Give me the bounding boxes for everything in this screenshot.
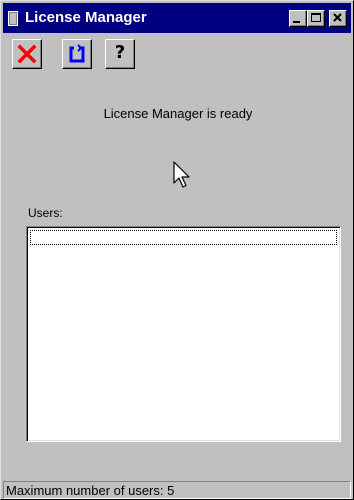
minimize-button[interactable] (289, 10, 307, 27)
close-button[interactable] (329, 10, 347, 27)
help-icon: ? (114, 42, 126, 63)
close-icon (333, 13, 342, 22)
minimize-icon (293, 21, 300, 23)
refresh-button[interactable] (62, 39, 92, 69)
focus-rectangle (30, 230, 337, 245)
status-message: License Manager is ready (103, 106, 253, 121)
status-bar: Maximum number of users: 5 (3, 481, 351, 499)
users-label: Users: (28, 206, 63, 220)
window-title: License Manager (25, 9, 147, 26)
app-icon (8, 11, 18, 26)
license-manager-window: License Manager ? License Manager is rea… (0, 0, 354, 500)
users-list[interactable] (26, 226, 341, 442)
maximize-button[interactable] (307, 10, 325, 27)
refresh-icon (69, 44, 85, 63)
help-button[interactable]: ? (105, 39, 135, 69)
title-bar[interactable]: License Manager (3, 3, 351, 33)
max-users-text: Maximum number of users: 5 (6, 483, 175, 498)
mouse-cursor-icon (173, 161, 190, 188)
exit-icon (17, 44, 37, 64)
exit-button[interactable] (12, 39, 42, 69)
maximize-icon (311, 13, 321, 22)
